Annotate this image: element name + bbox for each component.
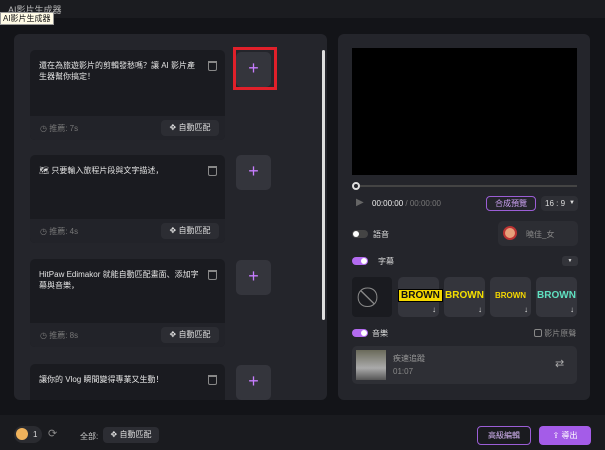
scene-card[interactable]: 讓你的 Vlog 瞬間變得專業又生動！	[30, 364, 225, 400]
credits-badge: 1	[14, 426, 42, 443]
no-style-icon[interactable]: ⃠	[352, 277, 392, 317]
voice-label: 語音	[373, 230, 389, 239]
download-icon: ↓	[432, 305, 436, 314]
scene-card[interactable]: 🗺 只要輸入旅程片段與文字描述， ◷ 推薦: 4s ✥ 自動匹配	[30, 155, 225, 243]
trash-icon[interactable]	[208, 166, 217, 176]
trash-icon[interactable]	[208, 270, 217, 280]
preview-panel: ▶ 00:00:00 / 00:00:00 合成預覽 16 : 9 ▼ 語音 曉…	[338, 34, 590, 400]
original-audio-checkbox[interactable]: 影片原聲	[534, 328, 576, 339]
download-icon: ↓	[570, 305, 574, 314]
advanced-edit-button[interactable]: 高級編輯	[477, 426, 531, 445]
coin-icon	[16, 428, 28, 440]
composite-preview-button[interactable]: 合成預覽	[486, 196, 536, 211]
scene-text[interactable]: 🗺 只要輸入旅程片段與文字描述，	[39, 165, 199, 176]
video-preview	[352, 48, 577, 175]
download-icon: ↓	[478, 305, 482, 314]
subtitle-style[interactable]: BROWN ↓	[398, 277, 443, 317]
duration: ◷ 推薦: 7s	[40, 124, 79, 133]
play-icon[interactable]: ▶	[356, 197, 364, 208]
subtitle-style[interactable]: BROWN ↓	[444, 277, 485, 317]
scene-card[interactable]: 還在為旅遊影片的剪輯發愁嗎？讓 AI 影片產生器幫你搞定！ ◷ 推薦: 7s ✥ …	[30, 50, 225, 140]
subtitle-toggle[interactable]	[352, 257, 368, 265]
refresh-icon[interactable]: ⟳	[48, 427, 57, 440]
bottom-bar: 1 ⟳ 全部: ✥ 自動匹配 高級編輯 ⇪ 導出	[0, 415, 605, 450]
add-media-button[interactable]: +	[236, 155, 271, 190]
music-thumbnail	[356, 350, 386, 380]
scene-text[interactable]: 還在為旅遊影片的剪輯發愁嗎？讓 AI 影片產生器幫你搞定！	[39, 60, 199, 82]
music-label: 音樂	[372, 329, 388, 338]
slider-knob[interactable]	[352, 182, 360, 190]
subtitle-label: 字幕	[378, 257, 394, 266]
voice-toggle[interactable]	[352, 230, 368, 238]
scene-text[interactable]: HitPaw Edimakor 就能自動匹配畫面、添加字幕與音樂，	[39, 269, 199, 291]
duration: ◷ 推薦: 8s	[40, 331, 79, 340]
scene-text[interactable]: 讓你的 Vlog 瞬間變得專業又生動！	[39, 374, 199, 385]
subtitle-dropdown[interactable]: ▼	[562, 256, 578, 266]
add-media-button[interactable]: +	[236, 260, 271, 295]
aspect-ratio-select[interactable]: 16 : 9 ▼	[541, 196, 578, 211]
subtitle-style[interactable]: BROWN ↓	[536, 277, 577, 317]
auto-match-button[interactable]: ✥ 自動匹配	[161, 327, 219, 343]
download-icon: ↓	[524, 305, 528, 314]
auto-match-button[interactable]: ✥ 自動匹配	[161, 223, 219, 239]
music-toggle[interactable]	[352, 329, 368, 337]
timeline-slider[interactable]	[354, 185, 577, 187]
auto-match-all-button[interactable]: ✥ 自動匹配	[103, 427, 159, 443]
auto-match-button[interactable]: ✥ 自動匹配	[161, 120, 219, 136]
duration: ◷ 推薦: 4s	[40, 227, 79, 236]
voice-select[interactable]: 曉佳_女	[498, 221, 578, 246]
tooltip: AI影片生成器	[0, 12, 54, 25]
scene-list-panel: 還在為旅遊影片的剪輯發愁嗎？讓 AI 影片產生器幫你搞定！ ◷ 推薦: 7s ✥ …	[14, 34, 327, 400]
scene-card[interactable]: HitPaw Edimakor 就能自動匹配畫面、添加字幕與音樂， ◷ 推薦: …	[30, 259, 225, 347]
scrollbar[interactable]	[322, 50, 325, 320]
export-button[interactable]: ⇪ 導出	[539, 426, 591, 445]
subtitle-style[interactable]: BROWN ↓	[490, 277, 531, 317]
track-name: 疾速追蹤	[393, 354, 425, 363]
all-label: 全部:	[80, 432, 99, 441]
title-bar	[0, 0, 605, 18]
track-length: 01:07	[393, 367, 414, 376]
trash-icon[interactable]	[208, 375, 217, 385]
highlight-box	[233, 47, 277, 90]
music-track-card[interactable]: 疾速追蹤 01:07 ⇄	[352, 346, 577, 384]
avatar	[503, 226, 517, 240]
voice-name: 曉佳_女	[526, 230, 555, 239]
swap-icon[interactable]: ⇄	[555, 357, 564, 370]
add-media-button[interactable]: +	[236, 365, 271, 400]
trash-icon[interactable]	[208, 61, 217, 71]
time-display: 00:00:00 / 00:00:00	[372, 199, 441, 208]
